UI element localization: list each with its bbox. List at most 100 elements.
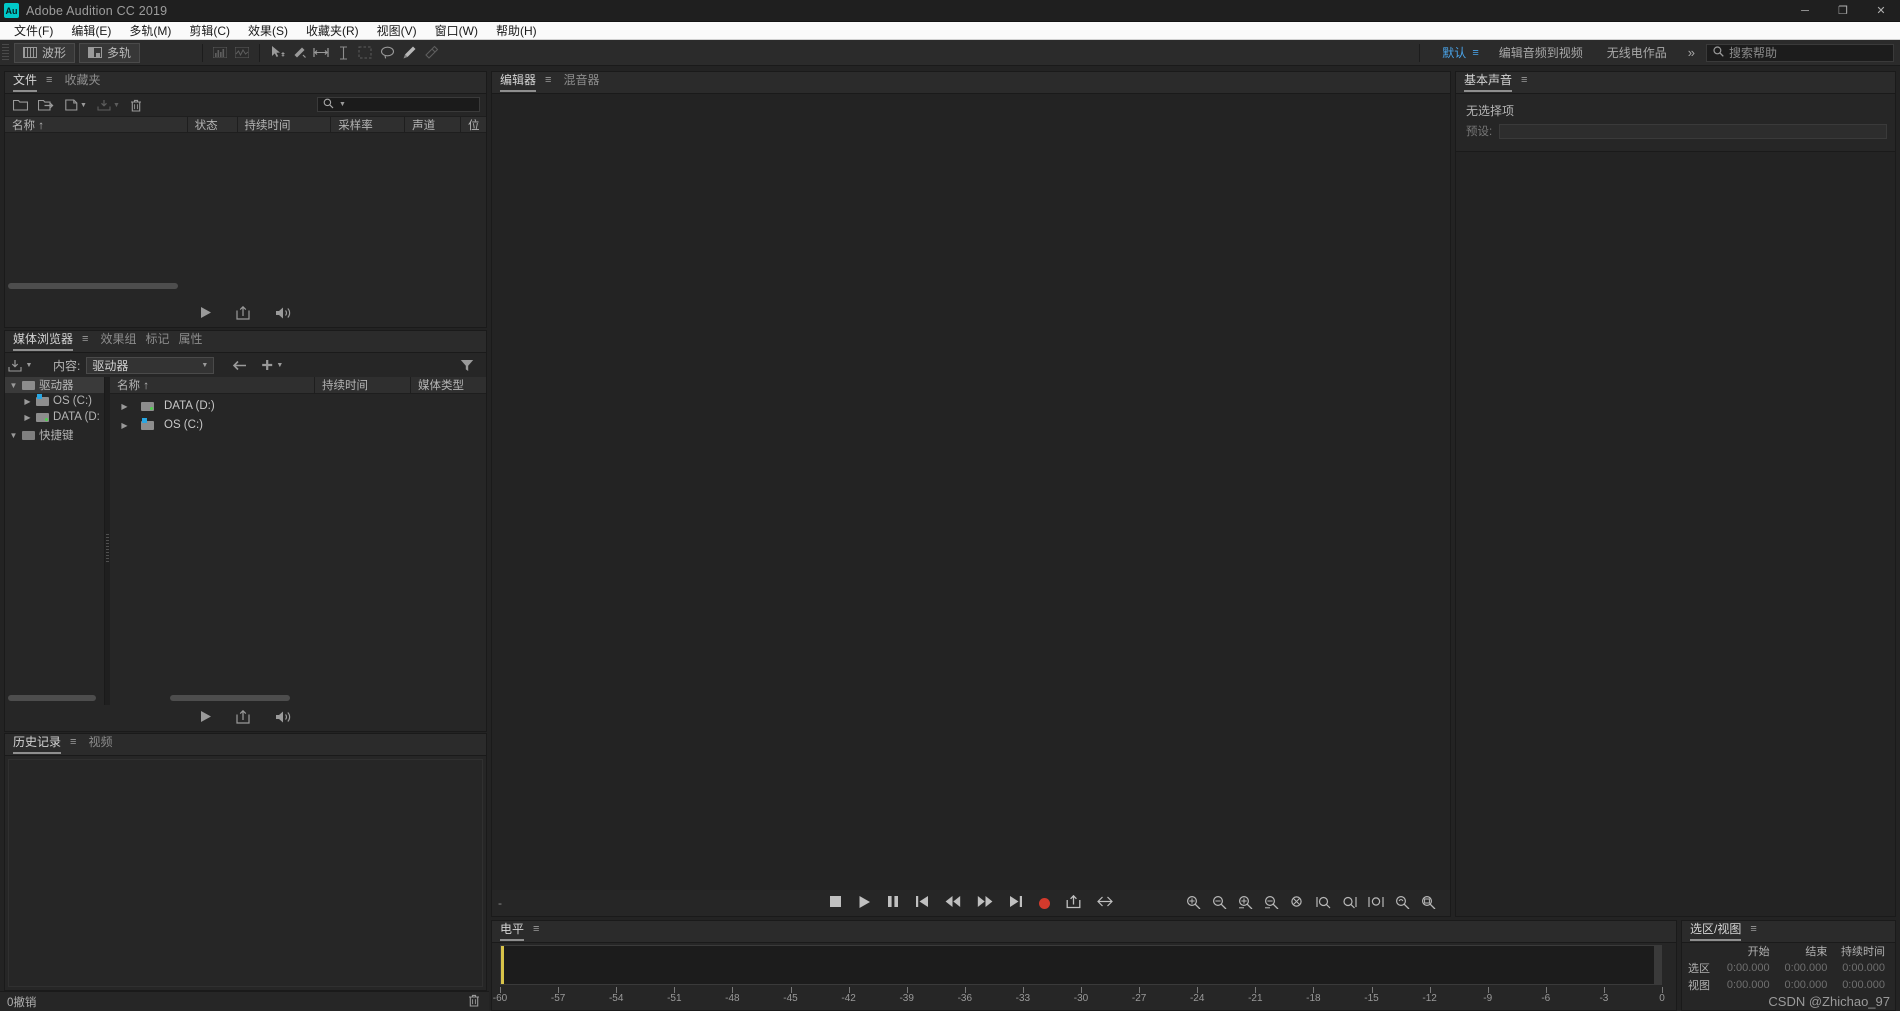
tab-history[interactable]: 历史记录	[13, 734, 70, 755]
tab-effects-rack[interactable]: 效果组	[100, 331, 145, 352]
search-dropdown-icon[interactable]: ▼	[339, 101, 346, 108]
zoom-to-selection-icon[interactable]	[1368, 895, 1384, 912]
selection-view-menu-icon[interactable]: ≡	[1750, 921, 1768, 942]
sv-selection-end[interactable]: 0:00.000	[1780, 962, 1838, 974]
trash-icon[interactable]	[468, 994, 480, 1010]
tab-editor[interactable]: 编辑器	[500, 72, 545, 93]
media-row[interactable]: ▶ DATA (D:)	[110, 398, 486, 414]
back-navigation-icon[interactable]	[232, 360, 247, 371]
media-browser-menu-icon[interactable]: ≡	[82, 331, 100, 352]
chevron-right-icon[interactable]: ▶	[23, 397, 32, 406]
menu-clip[interactable]: 剪辑(C)	[180, 22, 239, 40]
menu-view[interactable]: 视图(V)	[368, 22, 426, 40]
zoom-out-time-icon[interactable]	[1264, 895, 1279, 912]
zoom-reset-icon[interactable]	[1421, 895, 1436, 912]
media-browser-list[interactable]: 名称 ↑ 持续时间 媒体类型 ▶ DATA (D:) ▶ OS (C:)	[110, 377, 486, 705]
tree-item-os-c[interactable]: ▶ OS (C:)	[5, 393, 104, 409]
column-name[interactable]: 名称 ↑	[110, 377, 314, 393]
zoom-in-amplitude-icon[interactable]	[1186, 895, 1201, 912]
sv-view-end[interactable]: 0:00.000	[1780, 979, 1838, 991]
media-row[interactable]: ▶ OS (C:)	[110, 417, 486, 433]
toolbar-grip[interactable]	[2, 44, 9, 62]
column-media-type[interactable]: 媒体类型	[410, 377, 482, 393]
minimize-button[interactable]: ─	[1786, 0, 1824, 22]
media-play-icon[interactable]	[200, 710, 212, 726]
editor-panel-menu-icon[interactable]: ≡	[545, 72, 563, 93]
files-play-icon[interactable]	[200, 306, 212, 322]
column-duration[interactable]: 持续时间	[237, 117, 331, 133]
transport-collapse-handle[interactable]: -	[498, 896, 502, 910]
level-meter-clip-indicator-right[interactable]	[1654, 946, 1661, 984]
workspace-radio-production[interactable]: 无线电作品	[1595, 40, 1679, 66]
menu-favorites[interactable]: 收藏夹(R)	[297, 22, 368, 40]
column-sample-rate[interactable]: 采样率	[330, 117, 404, 133]
help-search-input[interactable]: 搜索帮助	[1706, 44, 1894, 62]
tab-properties[interactable]: 属性	[178, 331, 211, 352]
zoom-in-time-icon[interactable]	[1238, 895, 1253, 912]
history-list[interactable]	[8, 759, 483, 987]
waveform-mode-button[interactable]: 波形	[14, 43, 75, 63]
chevron-right-icon[interactable]: ▶	[120, 421, 129, 430]
files-horizontal-scrollbar[interactable]	[8, 283, 178, 289]
skip-to-start-icon[interactable]	[915, 895, 929, 911]
column-channels[interactable]: 声道	[404, 117, 460, 133]
menu-help[interactable]: 帮助(H)	[487, 22, 546, 40]
preset-select[interactable]	[1499, 124, 1887, 139]
sv-selection-duration[interactable]: 0:00.000	[1837, 962, 1895, 974]
zoom-to-selection-out-icon[interactable]	[1342, 895, 1357, 912]
skip-to-end-icon[interactable]	[1009, 895, 1023, 911]
column-bit-depth[interactable]: 位	[460, 117, 486, 133]
files-search-input[interactable]: ▼	[317, 97, 480, 112]
add-shortcut-dropdown-icon[interactable]: ▼	[26, 362, 33, 369]
close-button[interactable]: ✕	[1862, 0, 1900, 22]
menu-file[interactable]: 文件(F)	[5, 22, 62, 40]
tree-horizontal-scrollbar[interactable]	[8, 695, 96, 701]
menu-effects[interactable]: 效果(S)	[239, 22, 297, 40]
level-meter[interactable]	[500, 945, 1662, 985]
fast-forward-icon[interactable]	[977, 895, 993, 911]
move-tool-icon[interactable]	[266, 43, 288, 63]
media-browser-tree[interactable]: ▼ 驱动器 ▶ OS (C:) ▶ DATA (D:	[5, 377, 105, 705]
chevron-right-icon[interactable]: ▶	[120, 402, 129, 411]
history-panel-menu-icon[interactable]: ≡	[70, 734, 88, 755]
tab-markers[interactable]: 标记	[145, 331, 178, 352]
zoom-out-amplitude-icon[interactable]	[1212, 895, 1227, 912]
spectral-pitch-display-icon[interactable]	[231, 43, 253, 63]
media-insert-into-multitrack-icon[interactable]	[236, 710, 250, 727]
column-status[interactable]: 状态	[187, 117, 237, 133]
level-meter-clip-indicator-left[interactable]	[501, 946, 504, 984]
media-list-horizontal-scrollbar[interactable]	[170, 695, 290, 701]
files-list[interactable]	[5, 133, 486, 283]
add-shortcut-icon[interactable]: ▼	[5, 359, 35, 372]
files-insert-into-multitrack-icon[interactable]	[236, 306, 250, 323]
add-folder-icon[interactable]: ▼	[261, 359, 283, 372]
slip-tool-icon[interactable]	[310, 43, 332, 63]
editor-waveform-canvas[interactable]	[492, 94, 1450, 916]
sv-view-duration[interactable]: 0:00.000	[1837, 979, 1895, 991]
menu-window[interactable]: 窗口(W)	[426, 22, 487, 40]
import-file-icon[interactable]	[38, 99, 55, 111]
menu-multitrack[interactable]: 多轨(M)	[120, 22, 180, 40]
marquee-selection-tool-icon[interactable]	[354, 43, 376, 63]
chevron-down-icon[interactable]: ▼	[9, 431, 18, 440]
tab-media-browser[interactable]: 媒体浏览器	[13, 331, 82, 352]
workspace-default[interactable]: 默认	[1430, 40, 1470, 66]
loop-playback-icon[interactable]	[1066, 895, 1081, 912]
tab-video[interactable]: 视频	[88, 734, 121, 755]
sv-selection-start[interactable]: 0:00.000	[1722, 962, 1780, 974]
paintbrush-selection-tool-icon[interactable]	[398, 43, 420, 63]
tab-levels[interactable]: 电平	[500, 921, 533, 942]
tab-favorites[interactable]: 收藏夹	[64, 72, 109, 93]
files-panel-menu-icon[interactable]: ≡	[46, 72, 64, 93]
save-file-icon[interactable]: ▼	[97, 99, 120, 111]
maximize-button[interactable]: ❐	[1824, 0, 1862, 22]
sv-view-start[interactable]: 0:00.000	[1722, 979, 1780, 991]
zoom-full-out-icon[interactable]	[1290, 895, 1305, 912]
chevron-down-icon[interactable]: ▼	[9, 381, 18, 390]
record-icon[interactable]	[1039, 898, 1050, 909]
tree-item-shortcuts[interactable]: ▼ 快捷键	[5, 427, 104, 443]
tab-mixer[interactable]: 混音器	[563, 72, 608, 93]
new-file-dropdown-icon[interactable]: ▼	[80, 102, 87, 109]
play-icon[interactable]	[858, 895, 871, 912]
rewind-icon[interactable]	[945, 895, 961, 911]
